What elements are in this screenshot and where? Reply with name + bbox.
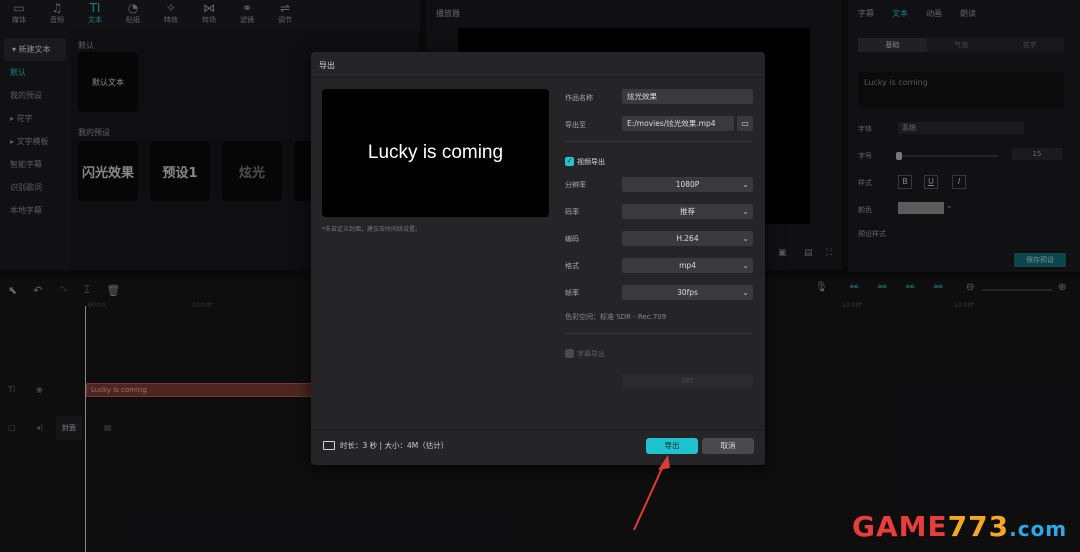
annotation-arrow bbox=[633, 455, 670, 531]
site-watermark: GAME773.com bbox=[852, 510, 1068, 543]
editor-window: ▭ 媒体 ♫ 音频 TI 文本 ◔ 贴纸 ✧ 特效 ⋈ 转场 ⚭ 滤镜 ⇌ 调节 ▾ 新建文本 … bbox=[0, 0, 1080, 552]
